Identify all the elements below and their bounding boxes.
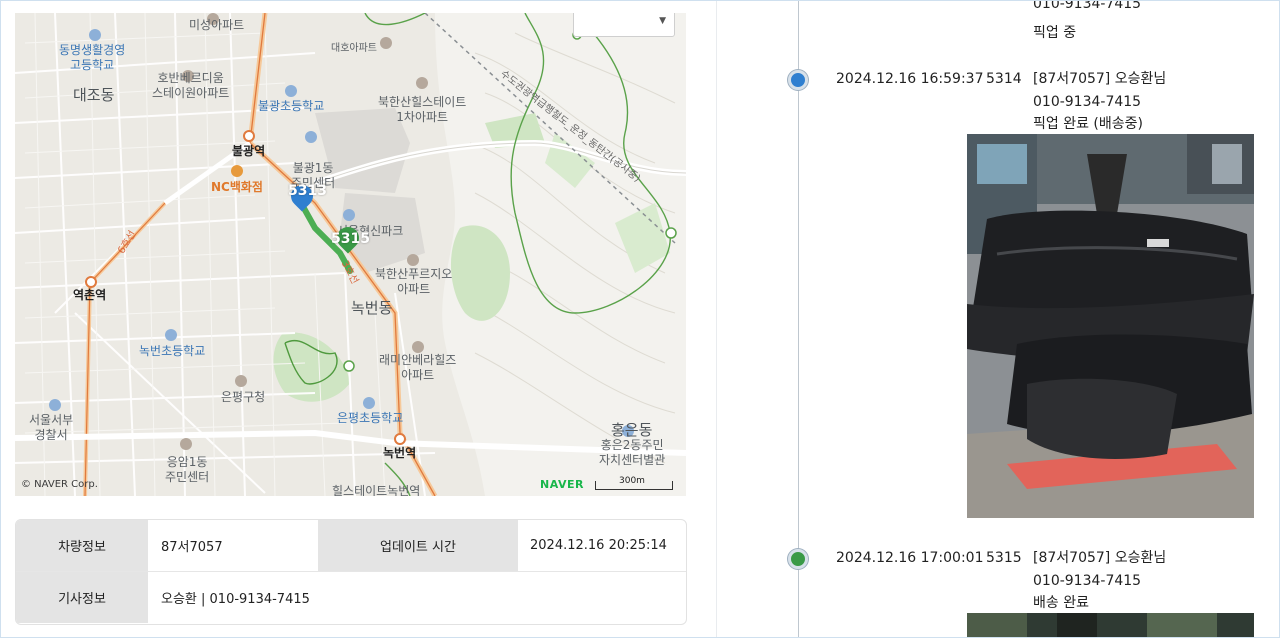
map-label: 은평구청: [221, 390, 266, 404]
route-map[interactable]: ▼ 동명생활경영 고등학교 미성아파트 대호아파트 호반베르디움 스테이원아파트…: [15, 13, 686, 496]
map-label: 힐스테이트녹번역: [332, 484, 421, 496]
timeline-phone: 010-9134-7415: [1033, 573, 1142, 589]
timeline-driver: [87서7057] 오승환님: [1033, 71, 1167, 87]
map-label: NC백화점: [211, 180, 263, 194]
app-frame: ▼ 동명생활경영 고등학교 미성아파트 대호아파트 호반베르디움 스테이원아파트…: [0, 0, 1280, 638]
photo-canvas: [967, 613, 1254, 637]
map-label: 녹번초등학교: [139, 344, 206, 358]
map-label: 녹번동: [351, 299, 393, 317]
pickup-photo[interactable]: [967, 134, 1254, 518]
update-time-value: 2024.12.16 20:25:14: [530, 538, 667, 553]
map-copyright: © NAVER Corp.: [21, 479, 98, 490]
timeline-time: 2024.12.16 16:59:37: [836, 71, 984, 87]
map-label: 역촌역: [73, 288, 107, 302]
map-label: 홍은2동주민 자치센터별관: [599, 438, 666, 467]
chevron-down-icon: ▼: [659, 16, 666, 26]
vehicle-info-label: 차량정보: [16, 520, 148, 571]
delivery-photo[interactable]: [967, 613, 1254, 637]
timeline-time: 2024.12.16 17:00:01: [836, 550, 984, 566]
map-label: 대호아파트: [331, 43, 377, 54]
map-scale-label: 300m: [619, 476, 645, 486]
vehicle-info-table: 차량정보 87서7057 업데이트 시간 2024.12.16 20:25:14…: [15, 519, 687, 625]
info-row: 차량정보 87서7057 업데이트 시간 2024.12.16 20:25:14: [16, 520, 686, 572]
timeline-status: 픽업 완료 (배송중): [1033, 116, 1143, 132]
map-label: 대조동: [73, 86, 115, 104]
map-label: 홍은동: [611, 421, 653, 439]
timeline-dot: [788, 549, 808, 569]
driver-info-value: 오승환 | 010-9134-7415: [161, 592, 310, 607]
timeline-status: 픽업 중: [1033, 25, 1077, 41]
update-time-label: 업데이트 시간: [318, 520, 518, 571]
timeline-driver: [87서7057] 오승환님: [1033, 550, 1167, 566]
map-label: 북한산푸르지오 아파트: [375, 267, 453, 296]
driver-info-label: 기사정보: [16, 572, 148, 623]
timeline-phone: 010-9134-7415: [1033, 94, 1142, 110]
timeline-dot: [788, 70, 808, 90]
map-marker-label: 5315: [331, 231, 370, 247]
map-label: 녹번역: [383, 446, 417, 460]
timeline-status: 배송 완료: [1033, 595, 1089, 611]
map-marker-label: 5313: [288, 183, 327, 199]
naver-logo: NAVER: [540, 478, 584, 491]
info-row: 기사정보 오승환 | 010-9134-7415: [16, 572, 686, 623]
panel-divider: [716, 1, 717, 637]
map-type-select[interactable]: ▼: [573, 13, 675, 37]
photo-canvas: [967, 134, 1254, 518]
timeline-stop: 5315: [986, 550, 1022, 566]
timeline-stop: 5314: [986, 71, 1022, 87]
map-label: 동명생활경영 고등학교: [59, 43, 126, 72]
map-label: 북한산힐스테이트 1차아파트: [378, 95, 467, 124]
timeline-phone: 010-9134-7415: [1033, 0, 1142, 12]
map-label: 불광역: [232, 144, 266, 158]
map-label: 불광초등학교: [258, 99, 325, 113]
map-label: 래미안베라힐즈 아파트: [379, 353, 457, 382]
map-label: 미성아파트: [189, 18, 245, 32]
timeline-line: [798, 1, 799, 637]
map-label: 호반베르디움 스테이원아파트: [152, 71, 230, 100]
vehicle-info-value: 87서7057: [161, 540, 223, 555]
map-label: 서울서부 경찰서: [29, 413, 74, 442]
map-label: 응암1동 주민센터: [165, 455, 210, 484]
map-label: 은평초등학교: [337, 411, 404, 425]
